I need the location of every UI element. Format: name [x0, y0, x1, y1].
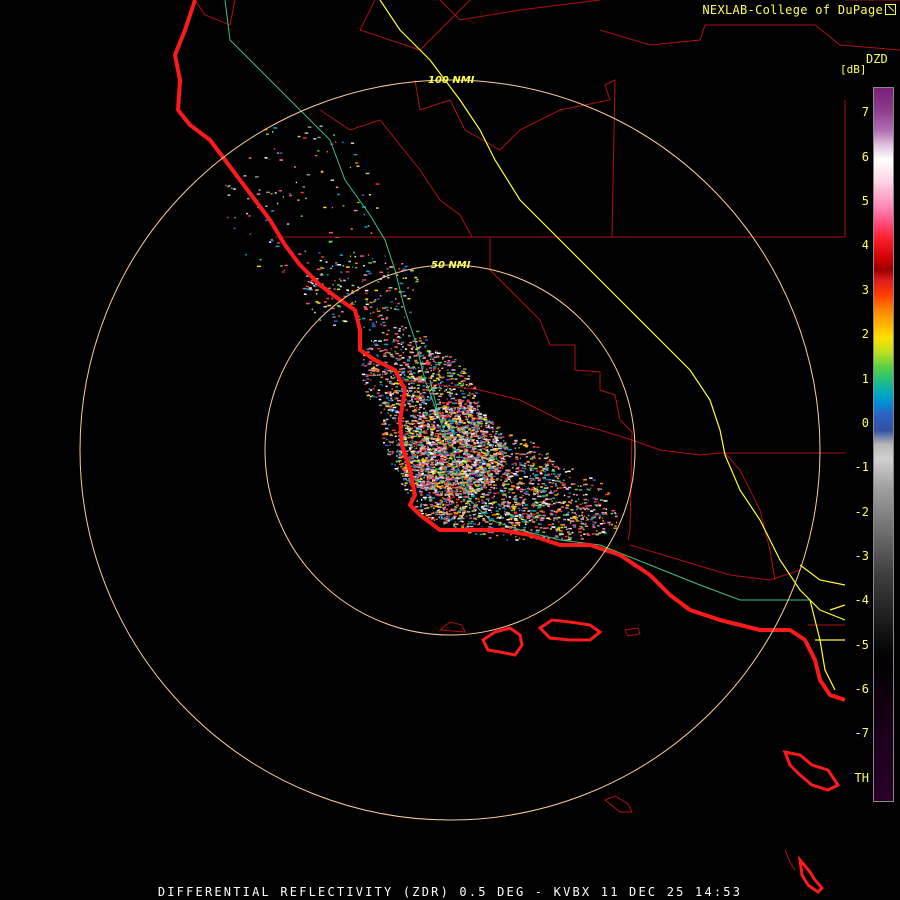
- interstates: [379, 0, 846, 691]
- county-boundaries: [194, 0, 900, 626]
- legend-tick: -3: [854, 549, 869, 563]
- range-ring-label-100: 100 NMI: [428, 75, 475, 86]
- legend-tick: 2: [861, 327, 869, 341]
- legend-tick: -7: [854, 726, 869, 740]
- highways: [224, 0, 810, 601]
- legend-tick: -4: [854, 593, 869, 607]
- legend-tick: 0: [861, 416, 869, 430]
- legend-tick: TH: [854, 771, 869, 785]
- legend-color-bar: [873, 87, 894, 802]
- small-islands: [438, 621, 796, 871]
- range-ring-label-50: 50 NMI: [431, 260, 471, 271]
- legend-tick: 3: [861, 283, 869, 297]
- coastline: [173, 0, 846, 702]
- legend-tick: -2: [854, 505, 869, 519]
- external-link-icon[interactable]: [885, 4, 896, 15]
- radar-echoes: [225, 125, 618, 542]
- credit-text: NEXLAB-College of DuPage: [702, 3, 896, 17]
- radar-site-marker: [446, 446, 454, 454]
- credit-label: NEXLAB-College of DuPage: [702, 3, 883, 17]
- legend-tick: -5: [854, 638, 869, 652]
- islands: [481, 618, 841, 894]
- legend-code: DZD: [866, 52, 888, 66]
- radar-map: 50 NMI 100 NMI: [79, 0, 900, 894]
- legend-unit: [dB]: [840, 63, 867, 76]
- legend-tick: 6: [861, 150, 869, 164]
- product-title: DIFFERENTIAL REFLECTIVITY (ZDR) 0.5 DEG …: [157, 885, 743, 899]
- legend-tick: -1: [854, 460, 869, 474]
- legend-tick: 4: [861, 238, 869, 252]
- legend-tick: 5: [861, 194, 869, 208]
- legend-tick: -6: [854, 682, 869, 696]
- legend-tick: 1: [861, 372, 869, 386]
- legend-tick: 7: [861, 105, 869, 119]
